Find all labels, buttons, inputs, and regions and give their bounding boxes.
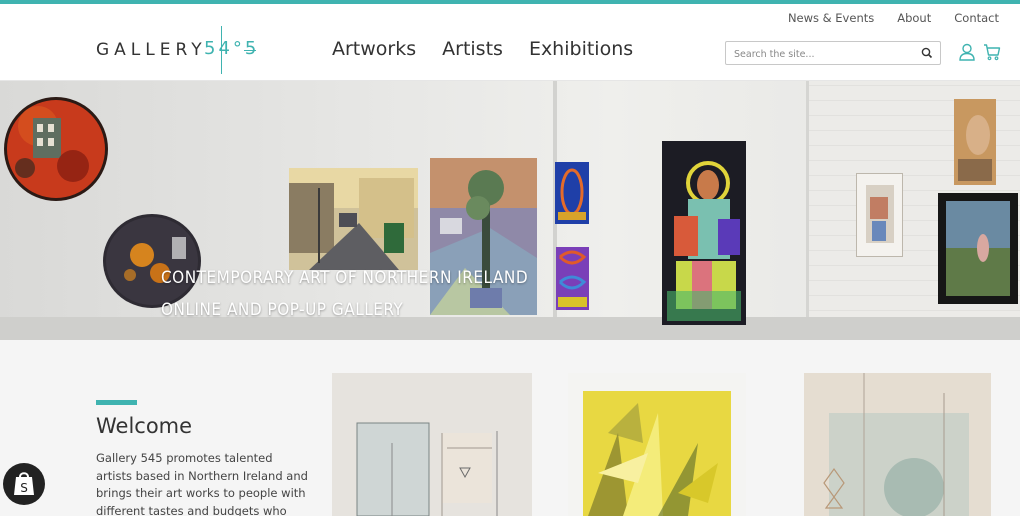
search-icon[interactable]: [920, 46, 934, 60]
logo-number: 54°5: [204, 38, 260, 59]
nav-link-contact[interactable]: Contact: [954, 11, 999, 25]
hero-banner: CONTEMPORARY ART OF NORTHERN IRELAND ONL…: [0, 81, 1020, 340]
top-accent-bar: [0, 0, 1020, 4]
cart-icon[interactable]: [983, 43, 1001, 61]
featured-artwork-1[interactable]: [332, 373, 532, 516]
hero-artwork-street-scene: [289, 168, 418, 270]
nav-link-news-events[interactable]: News & Events: [788, 11, 874, 25]
hero-artwork-round-red: [4, 97, 108, 201]
logo-wordmark: GALLERY: [96, 40, 207, 60]
search-box: [725, 41, 941, 66]
site-logo[interactable]: GALLERY 54°5: [96, 26, 266, 74]
shopify-badge[interactable]: S: [3, 463, 45, 505]
welcome-accent-bar: [96, 400, 137, 405]
hero-artwork-small-blue: [555, 162, 589, 224]
search-input[interactable]: [726, 43, 906, 66]
hero-artwork-tree: [430, 158, 537, 315]
welcome-heading: Welcome: [96, 414, 193, 438]
main-nav-artists[interactable]: Artists: [442, 38, 503, 60]
artwork-image-3: [804, 373, 991, 516]
svg-text:S: S: [20, 481, 28, 495]
welcome-text: Gallery 545 promotes talented artists ba…: [96, 451, 308, 516]
account-icon[interactable]: [959, 43, 975, 61]
hero-artwork-framed-portrait: [856, 173, 903, 257]
featured-artwork-2[interactable]: [568, 373, 746, 516]
hero-wall-corner-2: [806, 81, 809, 340]
hero-artwork-round-dark: [103, 214, 201, 308]
main-nav-artworks[interactable]: Artworks: [332, 38, 416, 60]
artwork-image-2: [568, 373, 746, 516]
hero-floor: [0, 317, 1020, 340]
hero-artwork-framed-landscape: [938, 193, 1018, 304]
artwork-image-1: [332, 373, 532, 516]
shopify-bag-icon: S: [14, 472, 34, 495]
hero-headline-line-2: ONLINE AND POP-UP GALLERY: [161, 300, 404, 320]
nav-link-about[interactable]: About: [897, 11, 931, 25]
logo-dash: [244, 50, 256, 51]
hero-artwork-small-purple: [556, 247, 589, 310]
main-nav-exhibitions[interactable]: Exhibitions: [529, 38, 633, 60]
hero-headline-line-1: CONTEMPORARY ART OF NORTHERN IRELAND: [161, 268, 529, 288]
hero-artwork-profile-head: [954, 99, 996, 185]
utility-nav: News & Events About Contact: [788, 11, 999, 25]
main-nav: Artworks Artists Exhibitions: [332, 38, 633, 60]
hero-artwork-figure: [662, 141, 746, 325]
featured-artwork-3[interactable]: [804, 373, 991, 516]
